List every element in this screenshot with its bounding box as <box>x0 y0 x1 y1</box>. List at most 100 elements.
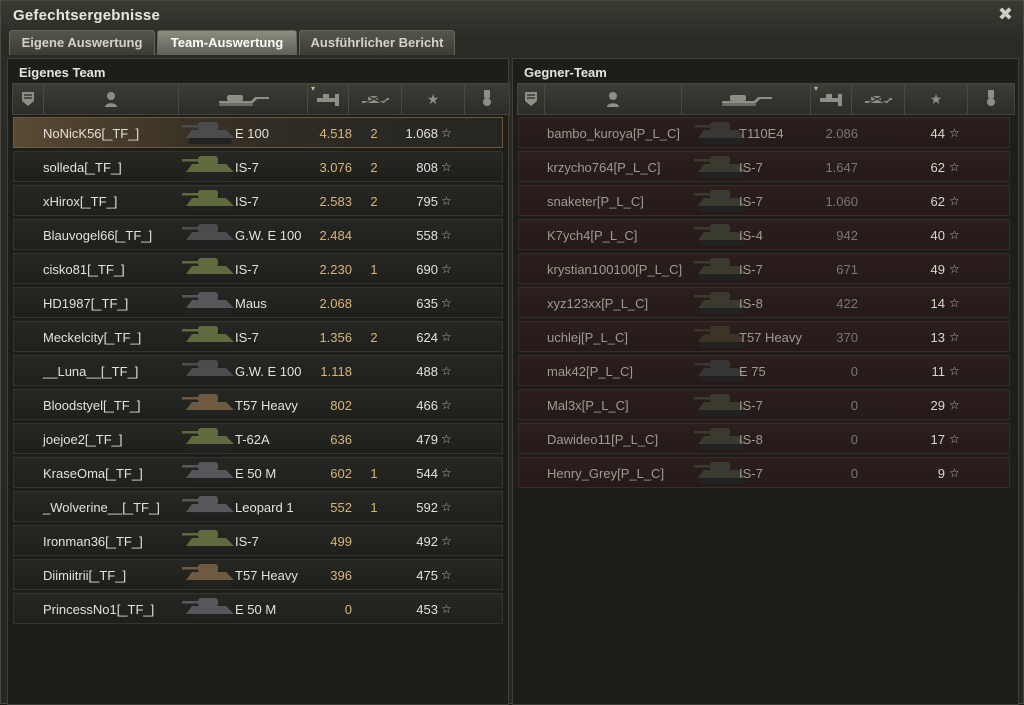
player-row[interactable]: cisko81[_TF_] IS-7 2.230 1 690 ☆ <box>13 253 503 284</box>
tab-ausfuehrlicher-bericht[interactable]: Ausführlicher Bericht <box>299 30 455 55</box>
player-row[interactable]: PrincessNo1[_TF_] E 50 M 0 453 ☆ <box>13 593 503 624</box>
damage-value: 1.118 <box>320 364 352 379</box>
tank-icon <box>182 462 234 484</box>
player-row[interactable]: Henry_Grey[P_L_C] IS-7 0 9 ☆ <box>518 457 1010 488</box>
player-row[interactable]: mak42[P_L_C] E 75 0 11 ☆ <box>518 355 1010 386</box>
xp-value: 29 <box>930 398 945 413</box>
player-row[interactable]: xyz123xx[P_L_C] IS-8 422 14 ☆ <box>518 287 1010 318</box>
player-row[interactable]: solleda[_TF_] IS-7 3.076 2 808 ☆ <box>13 151 503 182</box>
damage-value: 396 <box>330 568 352 583</box>
star-icon: ☆ <box>949 126 960 140</box>
damage-value: 602 <box>330 466 352 481</box>
tank-icon[interactable] <box>179 84 308 114</box>
own-team-panel: Eigenes Team ▾ ★ NoNicK56[_TF_] E 100 4.… <box>7 58 510 705</box>
vehicle-name: IS-7 <box>739 398 763 413</box>
vehicle-name: IS-4 <box>739 228 763 243</box>
star-icon: ☆ <box>441 194 452 208</box>
star-icon: ☆ <box>441 398 452 412</box>
player-name: KraseOma[_TF_] <box>43 466 143 481</box>
xp-value: 558 <box>416 228 438 243</box>
damage-value: 2.068 <box>319 296 352 311</box>
close-icon[interactable]: ✖ <box>998 4 1013 25</box>
damage-value: 552 <box>330 500 352 515</box>
player-row[interactable]: K7ych4[P_L_C] IS-4 942 40 ☆ <box>518 219 1010 250</box>
vehicle-name: IS-7 <box>739 194 763 209</box>
player-name: joejoe2[_TF_] <box>43 432 123 447</box>
player-row[interactable]: Blauvogel66[_TF_] G.W. E 100 2.484 558 ☆ <box>13 219 503 250</box>
player-name: Mal3x[P_L_C] <box>547 398 629 413</box>
player-row[interactable]: HD1987[_TF_] Maus 2.068 635 ☆ <box>13 287 503 318</box>
own-team-title: Eigenes Team <box>19 65 106 80</box>
rank-badge-icon[interactable] <box>13 84 44 114</box>
player-name: xyz123xx[P_L_C] <box>547 296 649 311</box>
xp-value: 1.068 <box>405 126 438 141</box>
damage-value: 4.518 <box>319 126 352 141</box>
tank-icon <box>182 564 234 586</box>
star-icon: ☆ <box>441 500 452 514</box>
tank-icon[interactable] <box>682 84 811 114</box>
tab-eigene-auswertung[interactable]: Eigene Auswertung <box>9 30 155 55</box>
xp-value: 453 <box>416 602 438 617</box>
xp-value: 40 <box>930 228 945 243</box>
damage-value: 0 <box>344 602 352 617</box>
player-row[interactable]: Ironman36[_TF_] IS-7 499 492 ☆ <box>13 525 503 556</box>
damage-icon[interactable]: ▾ <box>811 84 852 114</box>
player-name: bambo_kuroya[P_L_C] <box>547 126 680 141</box>
player-row[interactable]: snaketer[P_L_C] IS-7 1.060 62 ☆ <box>518 185 1010 216</box>
player-name: Dawideo11[P_L_C] <box>547 432 659 447</box>
player-name: xHirox[_TF_] <box>43 194 118 209</box>
player-name: Ironman36[_TF_] <box>43 534 143 549</box>
vehicle-name: IS-7 <box>235 160 259 175</box>
player-row[interactable]: joejoe2[_TF_] T-62A 636 479 ☆ <box>13 423 503 454</box>
sort-arrow-icon: ▾ <box>814 84 819 93</box>
player-name: krystian100100[P_L_C] <box>547 262 683 277</box>
vehicle-name: IS-8 <box>739 432 763 447</box>
player-row[interactable]: xHirox[_TF_] IS-7 2.583 2 795 ☆ <box>13 185 503 216</box>
player-row[interactable]: Mal3x[P_L_C] IS-7 0 29 ☆ <box>518 389 1010 420</box>
player-row[interactable]: Diimiitrii[_TF_] T57 Heavy 396 475 ☆ <box>13 559 503 590</box>
player-row[interactable]: bambo_kuroya[P_L_C] T110E4 2.086 44 ☆ <box>518 117 1010 148</box>
player-row[interactable]: __Luna__[_TF_] G.W. E 100 1.118 488 ☆ <box>13 355 503 386</box>
player-icon[interactable] <box>44 84 179 114</box>
kills-icon[interactable] <box>852 84 905 114</box>
rank-badge-icon[interactable] <box>518 84 545 114</box>
player-row[interactable]: NoNicK56[_TF_] E 100 4.518 2 1.068 ☆ <box>13 117 503 148</box>
xp-value: 9 <box>937 466 945 481</box>
tab-team-auswertung[interactable]: Team-Auswertung <box>157 30 297 55</box>
damage-value: 0 <box>850 364 858 379</box>
tank-icon <box>182 122 234 144</box>
player-name: HD1987[_TF_] <box>43 296 129 311</box>
player-row[interactable]: Bloodstyel[_TF_] T57 Heavy 802 466 ☆ <box>13 389 503 420</box>
damage-value: 499 <box>330 534 352 549</box>
damage-icon[interactable]: ▾ <box>308 84 349 114</box>
tank-icon <box>182 326 234 348</box>
player-name: PrincessNo1[_TF_] <box>43 602 155 617</box>
vehicle-name: T57 Heavy <box>235 398 298 413</box>
xp-star-icon[interactable]: ★ <box>402 84 465 114</box>
star-icon: ☆ <box>441 364 452 378</box>
xp-star-icon[interactable]: ★ <box>905 84 968 114</box>
player-row[interactable]: krystian100100[P_L_C] IS-7 671 49 ☆ <box>518 253 1010 284</box>
vehicle-name: G.W. E 100 <box>235 364 302 379</box>
kills-icon[interactable] <box>349 84 402 114</box>
tab-bar: Eigene Auswertung Team-Auswertung Ausfüh… <box>9 30 457 56</box>
player-row[interactable]: uchlej[P_L_C] T57 Heavy 370 13 ☆ <box>518 321 1010 352</box>
player-row[interactable]: _Wolverine__[_TF_] Leopard 1 552 1 592 ☆ <box>13 491 503 522</box>
vehicle-name: Maus <box>235 296 267 311</box>
player-icon[interactable] <box>545 84 682 114</box>
xp-value: 17 <box>930 432 945 447</box>
player-name: Diimiitrii[_TF_] <box>43 568 127 583</box>
medal-icon[interactable] <box>465 84 509 114</box>
player-name: uchlej[P_L_C] <box>547 330 628 345</box>
player-row[interactable]: krzycho764[P_L_C] IS-7 1.647 62 ☆ <box>518 151 1010 182</box>
medal-icon[interactable] <box>968 84 1014 114</box>
tank-icon <box>182 360 234 382</box>
player-row[interactable]: KraseOma[_TF_] E 50 M 602 1 544 ☆ <box>13 457 503 488</box>
player-row[interactable]: Dawideo11[P_L_C] IS-8 0 17 ☆ <box>518 423 1010 454</box>
player-row[interactable]: Meckelcity[_TF_] IS-7 1.356 2 624 ☆ <box>13 321 503 352</box>
xp-value: 592 <box>416 500 438 515</box>
kills-value: 2 <box>370 160 378 175</box>
damage-value: 802 <box>330 398 352 413</box>
damage-value: 2.086 <box>825 126 858 141</box>
star-icon: ☆ <box>949 160 960 174</box>
